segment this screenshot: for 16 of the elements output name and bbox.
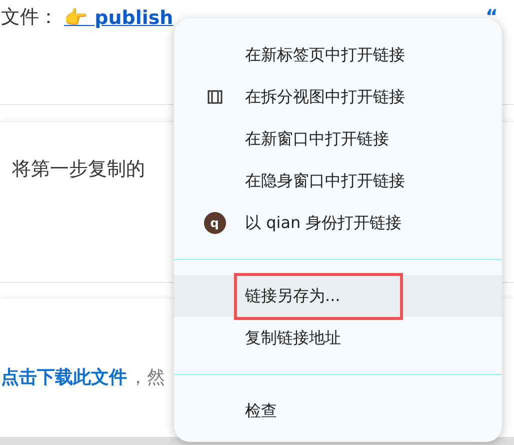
menu-item[interactable]: 在新窗口中打开链接 (174, 118, 502, 160)
menu-item[interactable]: 链接另存为... (174, 275, 502, 317)
download-link[interactable]: 点击下载此文件 (1, 365, 127, 389)
split-view-icon (206, 89, 222, 105)
menu-item[interactable]: 在新标签页中打开链接 (174, 34, 502, 76)
body-text: ，然 (129, 366, 165, 389)
menu-item[interactable]: q 以 qian 身份打开链接 (174, 202, 502, 244)
avatar: q (204, 212, 226, 234)
menu-item[interactable]: 在隐身窗口中打开链接 (174, 160, 502, 202)
quoted-text: “ (486, 6, 498, 28)
file-link[interactable]: 👉 publish (64, 6, 174, 28)
step-text: 将第一步复制的 (12, 158, 145, 180)
menu-item[interactable]: 在拆分视图中打开链接 (174, 76, 502, 118)
menu-item[interactable]: 复制链接地址 (174, 317, 502, 359)
menu-item[interactable]: 检查 (174, 390, 502, 432)
body-text: 文件： (1, 5, 58, 30)
